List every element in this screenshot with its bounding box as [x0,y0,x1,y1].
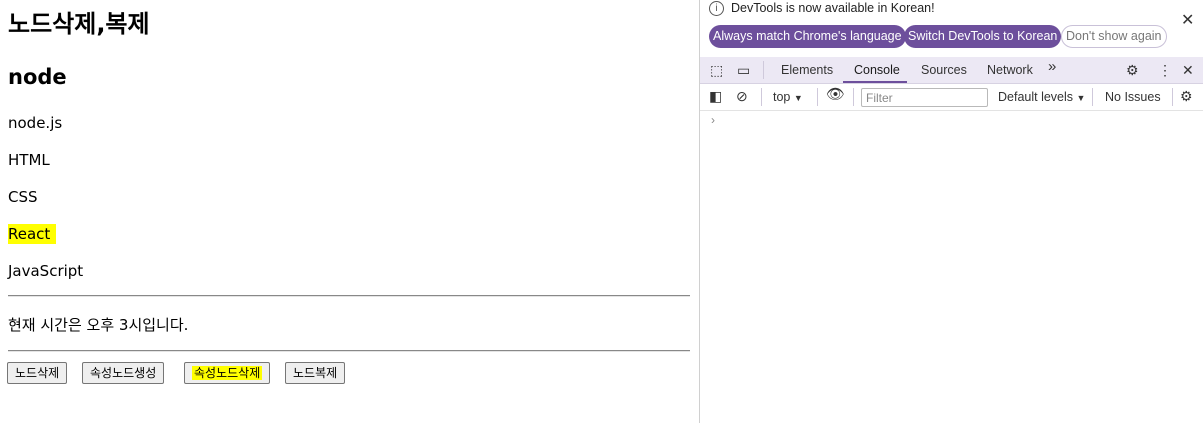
sidebar-toggle-icon[interactable]: ◧ [709,87,722,105]
chevron-down-icon: ▼ [793,93,803,103]
active-tab-indicator [843,81,907,83]
delete-node-button[interactable]: 노드삭제 [7,362,68,384]
log-levels-dropdown[interactable]: Default levels ▼ [998,89,1085,106]
more-options-icon[interactable]: ⋮ [1158,61,1172,79]
log-levels-label: Default levels [998,90,1074,104]
divider [817,88,818,106]
console-toolbar: ◧ ⊘ top ▼ 👁 Default levels ▼ No Issues ⚙ [700,84,1203,111]
divider [1172,88,1173,106]
tab-sources[interactable]: Sources [921,62,967,78]
console-settings-icon[interactable]: ⚙ [1180,87,1193,105]
time-text: 현재 시간은 오후 3시입니다. [8,316,189,334]
filter-input[interactable] [861,88,988,107]
eye-icon[interactable]: 👁 [826,86,845,104]
clear-console-icon[interactable]: ⊘ [736,87,748,105]
devtools-panel: i DevTools is now available in Korean! ✕… [699,0,1203,423]
notice-text: DevTools is now available in Korean! [731,1,935,15]
inspect-element-icon[interactable]: ⬚ [710,61,723,79]
issues-counter[interactable]: No Issues [1105,89,1161,105]
horizontal-rule [8,350,690,352]
divider [1092,88,1093,106]
clone-node-button[interactable]: 노드복제 [285,362,346,384]
tab-network[interactable]: Network [987,62,1033,78]
tab-elements[interactable]: Elements [781,62,833,78]
divider [763,61,764,79]
create-attribute-node-button[interactable]: 속성노드생성 [82,362,165,384]
match-chrome-language-button[interactable]: Always match Chrome's language [709,25,906,48]
close-devtools-icon[interactable]: ✕ [1182,61,1194,79]
settings-gear-icon[interactable]: ⚙ [1126,61,1139,79]
delete-attribute-node-label: 속성노드삭제 [192,366,263,380]
list-item: HTML [8,151,50,169]
device-toolbar-icon[interactable]: ▭ [737,61,750,79]
delete-attribute-node-button[interactable]: 속성노드삭제 [184,362,271,384]
list-item-highlighted: React [8,224,57,244]
divider [761,88,762,106]
page-subtitle: node [8,65,67,89]
console-prompt[interactable]: › [711,113,715,127]
page-title: 노드삭제,복제 [8,10,150,38]
dont-show-again-button[interactable]: Don't show again [1061,25,1167,48]
chevron-down-icon: ▼ [1076,93,1086,103]
context-label: top [773,90,791,104]
more-tabs-icon[interactable]: » [1048,59,1056,75]
horizontal-rule [8,295,690,297]
list-item: JavaScript [8,262,84,280]
context-selector[interactable]: top ▼ [773,89,803,106]
info-icon: i [709,1,724,16]
web-page: 노드삭제,복제 node node.js HTML CSS React Java… [0,0,699,423]
close-icon[interactable]: ✕ [1181,12,1194,30]
switch-to-korean-button[interactable]: Switch DevTools to Korean [904,25,1062,48]
language-notice-bar: i DevTools is now available in Korean! ✕… [700,0,1203,56]
tab-console[interactable]: Console [854,62,900,78]
divider [853,88,854,106]
list-item: node.js [8,114,63,132]
devtools-tabbar: ⬚ ▭ Elements Console Sources Network » ⚙… [700,57,1203,84]
list-item: CSS [8,188,38,206]
